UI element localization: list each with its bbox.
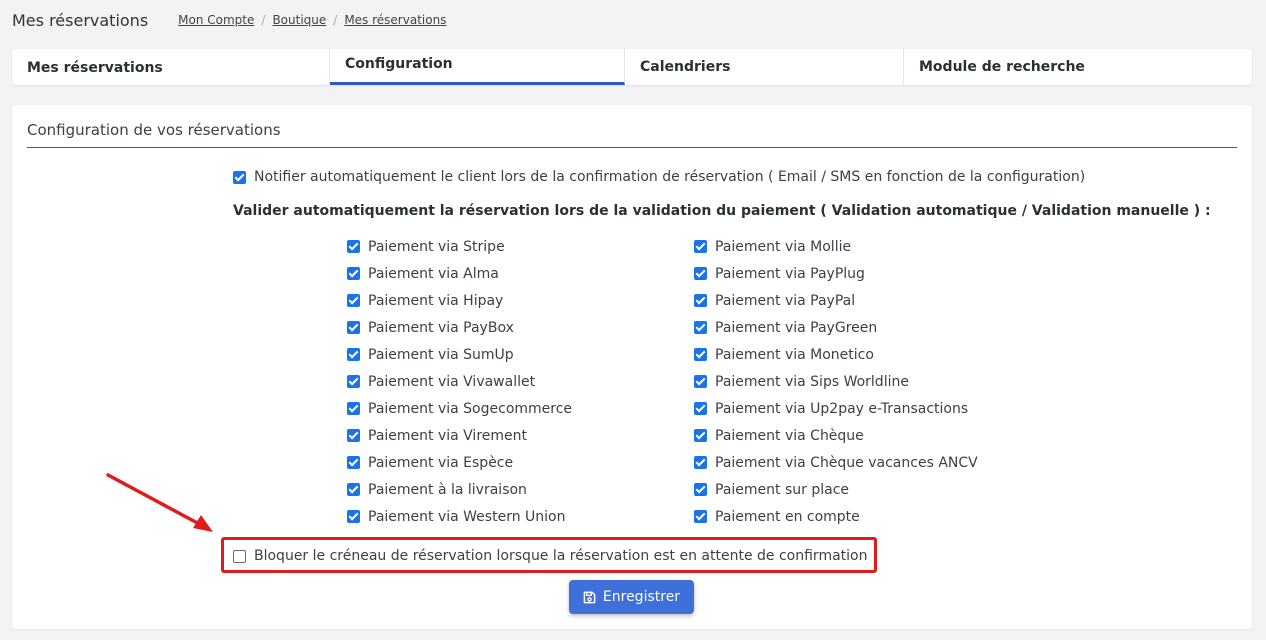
- payment-checkbox[interactable]: [347, 321, 360, 334]
- payment-checkbox[interactable]: [694, 429, 707, 442]
- block-slot-option[interactable]: Bloquer le créneau de réservation lorsqu…: [233, 548, 867, 564]
- configuration-card: Configuration de vos réservations Notifi…: [12, 105, 1252, 629]
- payment-checkbox[interactable]: [347, 483, 360, 496]
- payment-label: Paiement via SumUp: [368, 346, 514, 363]
- payment-checkbox[interactable]: [694, 294, 707, 307]
- tab-configuration[interactable]: Configuration: [330, 49, 625, 85]
- payment-option-sumup[interactable]: Paiement via SumUp: [347, 341, 572, 368]
- payment-checkbox[interactable]: [694, 402, 707, 415]
- payment-label: Paiement via Virement: [368, 427, 527, 444]
- payment-checkbox[interactable]: [694, 240, 707, 253]
- payment-label: Paiement via Stripe: [368, 238, 505, 255]
- payment-checkbox[interactable]: [347, 510, 360, 523]
- payment-option-mollie[interactable]: Paiement via Mollie: [694, 233, 978, 260]
- payment-option-hipay[interactable]: Paiement via Hipay: [347, 287, 572, 314]
- notify-option[interactable]: Notifier automatiquement le client lors …: [233, 169, 1085, 185]
- payment-option-en-compte[interactable]: Paiement en compte: [694, 503, 978, 530]
- breadcrumb-mes-reservations[interactable]: Mes réservations: [344, 13, 446, 27]
- tab-mes-reservations[interactable]: Mes réservations: [12, 49, 330, 85]
- payment-option-ancv[interactable]: Paiement via Chèque vacances ANCV: [694, 449, 978, 476]
- topbar: Mes réservations Mon Compte / Boutique /…: [12, 10, 446, 30]
- payment-option-payplug[interactable]: Paiement via PayPlug: [694, 260, 978, 287]
- payment-label: Paiement via Vivawallet: [368, 373, 536, 390]
- payment-option-livraison[interactable]: Paiement à la livraison: [347, 476, 572, 503]
- card-title: Configuration de vos réservations: [27, 121, 281, 139]
- notify-checkbox[interactable]: [233, 170, 246, 184]
- payment-option-espece[interactable]: Paiement via Espèce: [347, 449, 572, 476]
- payment-label: Paiement via PayGreen: [715, 319, 878, 336]
- payment-checkbox[interactable]: [694, 267, 707, 280]
- payment-option-paybox[interactable]: Paiement via PayBox: [347, 314, 572, 341]
- payment-label: Paiement à la livraison: [368, 481, 527, 498]
- floppy-disk-icon: [583, 591, 596, 603]
- payment-checkbox[interactable]: [347, 294, 360, 307]
- payment-checkbox[interactable]: [347, 456, 360, 469]
- block-slot-checkbox[interactable]: [233, 549, 246, 563]
- annotation-arrow-icon: [106, 473, 213, 532]
- payment-label: Paiement via Monetico: [715, 346, 874, 363]
- payment-checkbox[interactable]: [347, 429, 360, 442]
- payment-label: Paiement via Mollie: [715, 238, 852, 255]
- breadcrumb-separator: /: [333, 13, 338, 27]
- payment-label: Paiement via Western Union: [368, 508, 566, 525]
- payment-checkbox[interactable]: [694, 483, 707, 496]
- payment-option-sogecommerce[interactable]: Paiement via Sogecommerce: [347, 395, 572, 422]
- payment-checkbox[interactable]: [347, 267, 360, 280]
- payment-label: Paiement via Chèque: [715, 427, 864, 444]
- validate-heading: Valider automatiquement la réservation l…: [233, 203, 1211, 219]
- payment-option-sips-worldline[interactable]: Paiement via Sips Worldline: [694, 368, 978, 395]
- payment-option-sur-place[interactable]: Paiement sur place: [694, 476, 978, 503]
- payment-checkbox[interactable]: [347, 375, 360, 388]
- title-divider: [27, 147, 1237, 148]
- payments-right-column: Paiement via Mollie Paiement via PayPlug…: [694, 233, 978, 530]
- payment-option-cheque[interactable]: Paiement via Chèque: [694, 422, 978, 449]
- payment-label: Paiement en compte: [715, 508, 860, 525]
- payment-checkbox[interactable]: [347, 240, 360, 253]
- breadcrumb: Mon Compte / Boutique / Mes réservations: [178, 13, 446, 27]
- payment-option-alma[interactable]: Paiement via Alma: [347, 260, 572, 287]
- payment-label: Paiement via PayBox: [368, 319, 514, 336]
- payment-label: Paiement via Sips Worldline: [715, 373, 909, 390]
- payment-option-paygreen[interactable]: Paiement via PayGreen: [694, 314, 978, 341]
- payment-label: Paiement via Hipay: [368, 292, 504, 309]
- notify-label: Notifier automatiquement le client lors …: [254, 169, 1086, 185]
- payments-left-column: Paiement via Stripe Paiement via Alma Pa…: [347, 233, 572, 530]
- payment-option-vivawallet[interactable]: Paiement via Vivawallet: [347, 368, 572, 395]
- payment-option-monetico[interactable]: Paiement via Monetico: [694, 341, 978, 368]
- payment-label: Paiement sur place: [715, 481, 849, 498]
- payment-option-virement[interactable]: Paiement via Virement: [347, 422, 572, 449]
- payment-option-up2pay[interactable]: Paiement via Up2pay e-Transactions: [694, 395, 978, 422]
- payment-label: Paiement via Up2pay e-Transactions: [715, 400, 969, 417]
- payment-label: Paiement via PayPlug: [715, 265, 865, 282]
- payment-label: Paiement via Espèce: [368, 454, 514, 471]
- payment-checkbox[interactable]: [694, 321, 707, 334]
- payment-checkbox[interactable]: [347, 402, 360, 415]
- payment-checkbox[interactable]: [694, 456, 707, 469]
- tab-bar: Mes réservations Configuration Calendrie…: [12, 49, 1252, 85]
- tab-module-de-recherche[interactable]: Module de recherche: [904, 49, 1252, 85]
- breadcrumb-boutique[interactable]: Boutique: [272, 13, 326, 27]
- payment-option-stripe[interactable]: Paiement via Stripe: [347, 233, 572, 260]
- page-title: Mes réservations: [12, 10, 149, 30]
- payment-option-paypal[interactable]: Paiement via PayPal: [694, 287, 978, 314]
- payment-label: Paiement via Alma: [368, 265, 499, 282]
- payment-checkbox[interactable]: [347, 348, 360, 361]
- save-button[interactable]: Enregistrer: [569, 580, 694, 614]
- payment-option-western-union[interactable]: Paiement via Western Union: [347, 503, 572, 530]
- payment-label: Paiement via Sogecommerce: [368, 400, 573, 417]
- payment-checkbox[interactable]: [694, 510, 707, 523]
- save-button-label: Enregistrer: [602, 589, 681, 605]
- payment-label: Paiement via PayPal: [715, 292, 856, 309]
- block-slot-label: Bloquer le créneau de réservation lorsqu…: [254, 548, 868, 564]
- payment-checkbox[interactable]: [694, 375, 707, 388]
- payment-checkbox[interactable]: [694, 348, 707, 361]
- breadcrumb-separator: /: [261, 13, 266, 27]
- breadcrumb-mon-compte[interactable]: Mon Compte: [178, 13, 254, 27]
- tab-calendriers[interactable]: Calendriers: [625, 49, 904, 85]
- payment-label: Paiement via Chèque vacances ANCV: [715, 454, 978, 471]
